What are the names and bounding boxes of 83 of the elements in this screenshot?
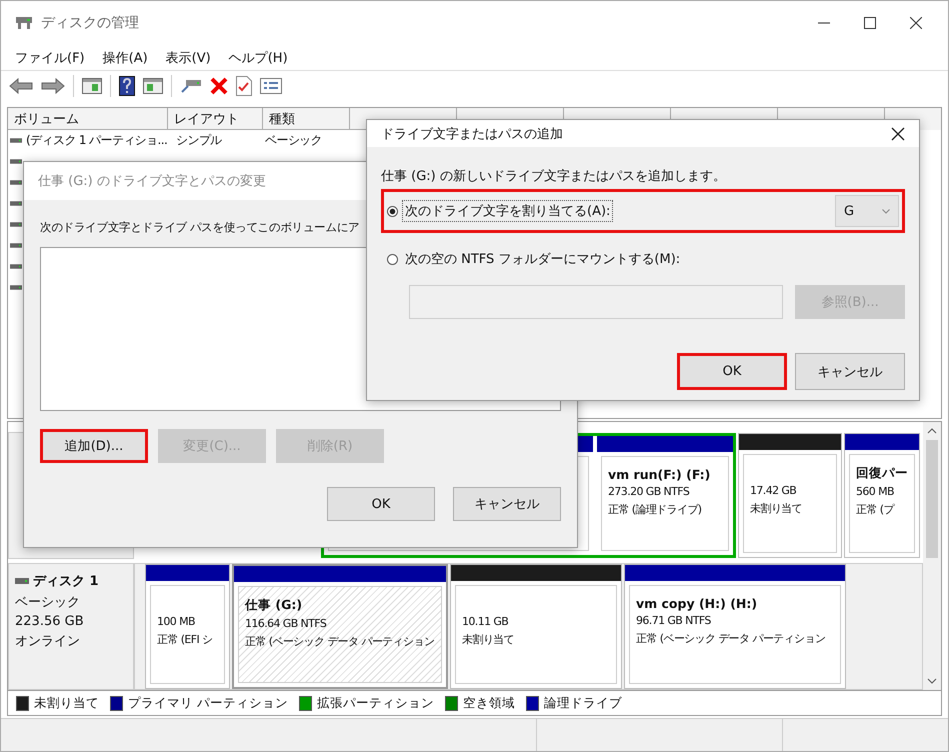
scrollbar[interactable] (923, 422, 941, 690)
partition-info: 正常 (ベーシック データ パーティション (245, 634, 435, 650)
partition-name: vm copy (H:) (H:) (636, 596, 758, 611)
dialog-title: ドライブ文字またはパスの追加 (381, 126, 563, 142)
partition-block[interactable]: 10.11 GB 未割り当て (450, 564, 622, 689)
table-cell-text: ベーシック (264, 132, 324, 149)
action-button[interactable]: 追加(D)... (40, 429, 148, 463)
dialog-button[interactable]: キャンセル (453, 487, 561, 521)
close-icon[interactable] (891, 126, 905, 140)
maximize-icon[interactable] (864, 17, 876, 29)
back-arrow-icon[interactable] (9, 78, 33, 94)
drive-icon (10, 243, 22, 248)
drive-icon (10, 138, 22, 143)
table-cell: (ディスク 1 パーティショ... (26, 132, 168, 149)
instruction-text: 次のドライブ文字とドライブ パスを使ってこのボリュームにア (40, 220, 360, 235)
dialog-title: 仕事 (G:) のドライブ文字とパスの変更 (38, 173, 266, 190)
drive-letter-dropdown[interactable]: G (835, 195, 899, 227)
menu-item[interactable]: ヘルプ(H) (228, 48, 288, 66)
chevron-down-icon (882, 208, 890, 214)
window-panel-icon[interactable] (82, 78, 102, 94)
disk-info: オンライン (15, 633, 81, 650)
option-label[interactable]: 次のドライブ文字を割り当てる(A): (402, 200, 614, 222)
checked-document-icon[interactable] (236, 76, 252, 96)
list-icon[interactable] (260, 78, 282, 94)
table-cell-text: シンプル (175, 132, 223, 149)
drive-icon (10, 201, 22, 206)
legend-label: 未割り当て (34, 694, 99, 712)
menu-item[interactable]: 操作(A) (102, 48, 148, 66)
partition-name: vm run(F:) (F:) (608, 467, 712, 482)
partition-info: 未割り当て (750, 501, 804, 517)
disk-name: ディスク 1 (33, 573, 99, 590)
drive-icon (10, 159, 22, 164)
drive-icon (15, 578, 29, 584)
partition-name: 仕事 (G:) (245, 597, 304, 614)
partition-block[interactable]: 100 MB 正常 (EFI シ (145, 564, 230, 689)
help-icon[interactable] (119, 76, 135, 96)
menu-item[interactable]: ファイル(F) (15, 48, 85, 66)
menu-item[interactable]: 表示(V) (166, 48, 211, 66)
partition-info: 未割り当て (462, 632, 516, 648)
column-header[interactable]: ボリューム (8, 108, 168, 130)
delete-icon[interactable] (210, 77, 228, 95)
disk-info: ベーシック (15, 594, 81, 611)
partition-info: 正常 (ベーシック データ パーティション (636, 631, 826, 647)
drive-icon (10, 264, 22, 269)
partition-info: 116.64 GB NTFS (245, 616, 328, 632)
window-panel-icon[interactable] (143, 78, 163, 94)
dialog-button[interactable]: OK (327, 487, 435, 521)
legend-label: 拡張パーティション (316, 694, 434, 712)
window-title: ディスクの管理 (41, 14, 139, 32)
legend-label: プライマリ パーティション (128, 694, 288, 712)
drive-icon (10, 222, 22, 227)
dialog-button[interactable]: OK (677, 353, 787, 390)
dialog-button[interactable]: キャンセル (795, 353, 905, 390)
column-header[interactable]: 種類 (263, 108, 350, 130)
drive-icon (10, 180, 22, 185)
drive-icon (15, 16, 33, 30)
partition-info: 273.20 GB NTFS (608, 484, 690, 500)
legend-label: 論理ドライブ (544, 694, 622, 712)
radio-button[interactable] (387, 254, 398, 264)
close-icon[interactable] (910, 17, 922, 29)
partition-info: 正常 (プ (856, 502, 896, 518)
partition-block[interactable]: vm copy (H:) (H:) 96.71 GB NTFS 正常 (ベーシック データ パーティション (624, 564, 846, 689)
drive-icon[interactable] (180, 78, 202, 94)
disk-info: 223.56 GB (15, 614, 85, 629)
partition-info: 10.11 GB (462, 614, 510, 630)
folder-path-field[interactable] (409, 285, 783, 319)
legend-label: 空き領域 (462, 694, 515, 712)
partition-block[interactable]: 回復パー 560 MB 正常 (プ (844, 433, 920, 558)
option-label[interactable]: 次の空の NTFS フォルダーにマウントする(M): (402, 248, 684, 270)
forward-arrow-icon[interactable] (41, 78, 65, 94)
radio-button[interactable] (387, 206, 398, 216)
drive-icon (10, 285, 22, 290)
partition-info: 正常 (論理ドライブ) (608, 502, 702, 518)
partition-info: 17.42 GB (750, 483, 798, 499)
partition-info: 正常 (EFI シ (157, 632, 214, 648)
partition-info: 96.71 GB NTFS (636, 613, 712, 629)
partition-name: 回復パー (856, 465, 908, 482)
partition-block[interactable]: 仕事 (G:) 116.64 GB NTFS 正常 (ベーシック データ パーティション (232, 564, 448, 689)
partition-block[interactable]: 17.42 GB 未割り当て (738, 433, 842, 558)
column-header[interactable]: レイアウト (168, 108, 263, 130)
partition-info: 560 MB (856, 484, 895, 500)
partition-info: 100 MB (157, 614, 196, 630)
prompt-text: 仕事 (G:) の新しいドライブ文字またはパスを追加します。 (381, 168, 727, 185)
